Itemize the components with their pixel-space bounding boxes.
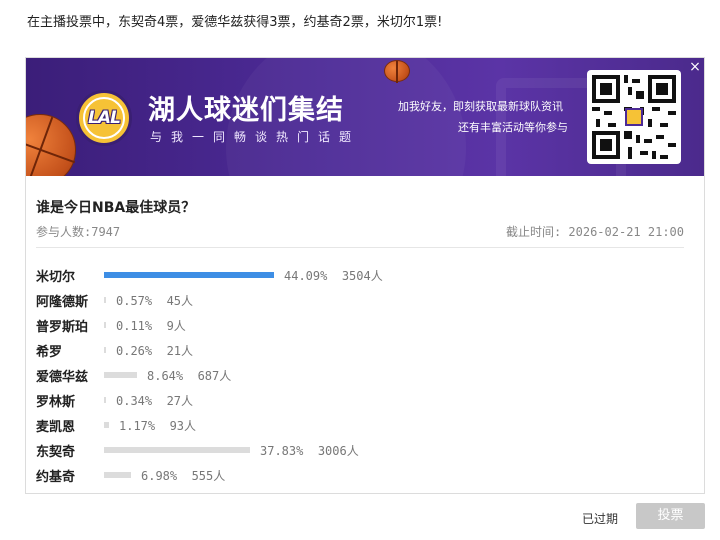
option-name: 希罗: [36, 345, 63, 360]
option-stats: 0.11% 9人: [116, 317, 186, 334]
option-stats: 37.83% 3006人: [260, 442, 359, 459]
poll-card: LAL 湖人球迷们集结 与我一同畅谈热门话题 加我好友，即刻获取最新球队资讯 还…: [25, 57, 705, 494]
poll-option: 罗林斯 0.34% 27人: [36, 390, 676, 410]
poll-option: 东契奇 37.83% 3006人: [36, 440, 676, 460]
option-bar: [104, 272, 274, 278]
option-votes: 3504人: [341, 269, 383, 283]
option-stats: 0.57% 45人: [116, 292, 193, 309]
option-name: 米切尔: [36, 270, 76, 285]
poll-option: 麦凯恩 1.17% 93人: [36, 415, 676, 435]
poll-question: 谁是今日NBA最佳球员？: [36, 200, 196, 216]
promo-banner[interactable]: LAL 湖人球迷们集结 与我一同畅谈热门话题 加我好友，即刻获取最新球队资讯 还…: [26, 58, 704, 176]
expired-status: 已过期: [582, 512, 619, 526]
option-bar: [104, 397, 106, 403]
poll-option: 阿隆德斯 0.57% 45人: [36, 290, 676, 310]
option-bar: [104, 447, 250, 453]
lakers-logo-text: LAL: [88, 108, 121, 128]
option-percent: 0.34%: [116, 394, 153, 408]
option-name: 罗林斯: [36, 395, 76, 410]
option-stats: 0.26% 21人: [116, 342, 193, 359]
option-percent: 0.26%: [116, 344, 153, 358]
option-bar: [104, 322, 106, 328]
option-stats: 8.64% 687人: [147, 367, 231, 384]
option-votes: 27人: [166, 394, 194, 408]
qr-code-icon: [587, 70, 681, 164]
option-votes: 9人: [166, 319, 186, 333]
option-votes: 45人: [166, 294, 194, 308]
poll-option: 米切尔 44.09% 3504人: [36, 265, 676, 285]
option-stats: 0.34% 27人: [116, 392, 193, 409]
deadline-text: 截止时间: 2026-02-21 21:00: [505, 225, 684, 239]
option-votes: 93人: [169, 419, 197, 433]
option-name: 东契奇: [36, 445, 76, 460]
basketball-icon: [26, 114, 76, 176]
banner-subtitle: 与我一同畅谈热门话题: [150, 130, 361, 144]
option-name: 约基奇: [36, 470, 76, 485]
basketball-small-icon: [384, 60, 410, 83]
vote-button[interactable]: 投票: [636, 503, 705, 529]
banner-side-text-2: 还有丰富活动等你参与: [458, 121, 568, 134]
option-percent: 0.11%: [116, 319, 153, 333]
intro-text: 在主播投票中，东契奇4票，爱德华兹获得3票，约基奇2票，米切尔1票!: [27, 15, 443, 30]
option-name: 普罗斯珀: [36, 320, 89, 335]
option-name: 阿隆德斯: [36, 295, 89, 310]
option-bar: [104, 472, 131, 478]
option-votes: 21人: [166, 344, 194, 358]
option-stats: 44.09% 3504人: [284, 267, 383, 284]
option-percent: 8.64%: [147, 369, 184, 383]
poll-option: 爱德华兹 8.64% 687人: [36, 365, 676, 385]
poll-option: 约基奇 6.98% 555人: [36, 465, 676, 485]
option-percent: 37.83%: [260, 444, 304, 458]
participant-count: 参与人数:7947: [36, 225, 121, 239]
option-stats: 1.17% 93人: [119, 417, 196, 434]
poll-option: 普罗斯珀 0.11% 9人: [36, 315, 676, 335]
banner-side-text-1: 加我好友，即刻获取最新球队资讯: [398, 100, 563, 113]
option-percent: 44.09%: [284, 269, 328, 283]
option-votes: 3006人: [317, 444, 359, 458]
banner-title: 湖人球迷们集结: [148, 95, 344, 126]
option-name: 麦凯恩: [36, 420, 76, 435]
lakers-logo: LAL: [76, 90, 132, 146]
close-icon[interactable]: ×: [688, 60, 702, 74]
option-percent: 6.98%: [141, 469, 178, 483]
option-bar: [104, 422, 109, 428]
option-name: 爱德华兹: [36, 370, 89, 385]
option-percent: 1.17%: [119, 419, 156, 433]
poll-option: 希罗 0.26% 21人: [36, 340, 676, 360]
option-stats: 6.98% 555人: [141, 467, 225, 484]
option-percent: 0.57%: [116, 294, 153, 308]
option-votes: 687人: [197, 369, 232, 383]
option-bar: [104, 297, 106, 303]
option-bar: [104, 372, 137, 378]
divider: [36, 247, 684, 248]
option-votes: 555人: [191, 469, 226, 483]
option-bar: [104, 347, 106, 353]
